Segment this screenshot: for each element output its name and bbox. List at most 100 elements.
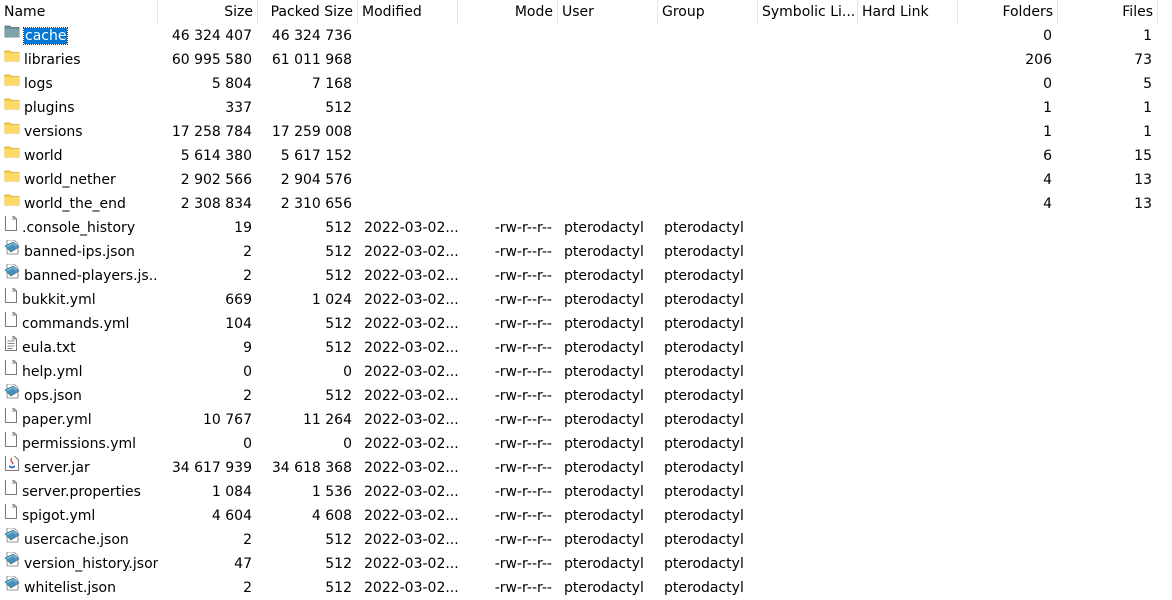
column-header-modified[interactable]: Modified <box>358 0 458 24</box>
mode-cell: -rw-r--r-- <box>494 412 552 428</box>
name-cell-logs[interactable]: logs <box>0 72 158 96</box>
name-cell-server-properties[interactable]: server.properties <box>0 480 158 504</box>
column-header-mode[interactable]: Mode <box>458 0 558 24</box>
packed-size-cell: 512 <box>325 556 352 572</box>
name-cell-plugins[interactable]: plugins <box>0 96 158 120</box>
table-row[interactable]: commands.yml 104 512 2022-03-02... -rw-r--r-… <box>0 312 1172 336</box>
name-cell-cache[interactable]: cache <box>0 24 158 48</box>
user-cell: pterodactyl <box>564 292 644 308</box>
column-header-hard-link[interactable]: Hard Link <box>858 0 958 24</box>
table-row[interactable]: permissions.yml 0 0 2022-03-02... -rw-r--r--… <box>0 432 1172 456</box>
size-cell: 10 767 <box>203 412 252 428</box>
name-cell-banned-players-js[interactable]: banned-players.js... <box>0 264 158 288</box>
table-row[interactable]: .console_history 19 512 2022-03-02... -rw-r-… <box>0 216 1172 240</box>
folders-cell <box>958 312 1058 336</box>
folders-cell <box>958 504 1058 528</box>
files-cell: 1 <box>1143 100 1152 116</box>
column-header-files[interactable]: Files <box>1058 0 1158 24</box>
packed-size-cell: 0 <box>343 364 352 380</box>
table-row[interactable]: help.yml 0 0 2022-03-02... -rw-r--r-- pteroda… <box>0 360 1172 384</box>
column-header-name[interactable]: Name <box>0 0 158 24</box>
user-cell: pterodactyl <box>564 268 644 284</box>
column-header-group[interactable]: Group <box>658 0 758 24</box>
size-cell: 4 604 <box>211 508 252 524</box>
table-row[interactable]: world 5 614 380 5 617 152 6 15 <box>0 144 1172 168</box>
packed-size-cell: 17 259 008 <box>271 124 352 140</box>
folders-cell: 206 <box>1025 52 1052 68</box>
user-cell <box>558 192 658 216</box>
files-cell <box>1058 576 1158 600</box>
packed-size-cell: 2 310 656 <box>280 196 352 212</box>
name-cell-bukkit-yml[interactable]: bukkit.yml <box>0 288 158 312</box>
column-header-size[interactable]: Size <box>158 0 258 24</box>
files-cell: 13 <box>1134 196 1152 212</box>
table-row[interactable]: logs 5 804 7 168 0 5 <box>0 72 1172 96</box>
table-row[interactable]: cache 46 324 407 46 324 736 0 1 <box>0 24 1172 48</box>
folders-cell <box>958 408 1058 432</box>
table-row[interactable]: libraries 60 995 580 61 011 968 206 73 <box>0 48 1172 72</box>
name-cell-world-the-end[interactable]: world_the_end <box>0 192 158 216</box>
table-row[interactable]: world_nether 2 902 566 2 904 576 4 13 <box>0 168 1172 192</box>
size-cell: 1 084 <box>211 484 252 500</box>
folders-cell <box>958 432 1058 456</box>
table-row[interactable]: paper.yml 10 767 11 264 2022-03-02... -rw-r-… <box>0 408 1172 432</box>
modified-cell: 2022-03-02... <box>364 532 458 548</box>
table-row[interactable]: ops.json 2 512 2022-03-02... -rw-r--r-- ptero… <box>0 384 1172 408</box>
name-cell-version-history-json[interactable]: version_history.json <box>0 552 158 576</box>
table-row[interactable]: banned-ips.json 2 512 2022-03-02... -rw-r--r… <box>0 240 1172 264</box>
files-cell <box>1058 264 1158 288</box>
size-cell: 5 804 <box>211 76 252 92</box>
name-cell-ops-json[interactable]: ops.json <box>0 384 158 408</box>
folder-icon <box>4 192 20 215</box>
group-cell: pterodactyl <box>664 484 744 500</box>
files-cell <box>1058 480 1158 504</box>
table-row[interactable]: server.properties 1 084 1 536 2022-03-02...… <box>0 480 1172 504</box>
table-row[interactable]: server.jar 34 617 939 34 618 368 2022-03-02… <box>0 456 1172 480</box>
size-cell: 104 <box>225 316 252 332</box>
file-name: plugins <box>24 100 75 116</box>
name-cell-server-jar[interactable]: server.jar <box>0 456 158 480</box>
column-header-symbolic-link[interactable]: Symbolic Li... <box>758 0 858 24</box>
name-cell-usercache-json[interactable]: usercache.json <box>0 528 158 552</box>
size-cell: 17 258 784 <box>171 124 252 140</box>
file-name: world_the_end <box>24 196 126 212</box>
table-row[interactable]: version_history.json 47 512 2022-03-02... -r… <box>0 552 1172 576</box>
modified-cell: 2022-03-02... <box>364 460 458 476</box>
size-cell: 2 <box>243 388 252 404</box>
file-name: usercache.json <box>24 532 129 548</box>
name-cell-whitelist-json[interactable]: whitelist.json <box>0 576 158 600</box>
table-row[interactable]: versions 17 258 784 17 259 008 1 1 <box>0 120 1172 144</box>
name-cell-commands-yml[interactable]: commands.yml <box>0 312 158 336</box>
mode-cell: -rw-r--r-- <box>494 268 552 284</box>
table-row[interactable]: bukkit.yml 669 1 024 2022-03-02... -rw-r--r-… <box>0 288 1172 312</box>
size-cell: 46 324 407 <box>171 28 252 44</box>
file-name: logs <box>24 76 53 92</box>
folders-cell <box>958 360 1058 384</box>
group-cell <box>658 192 758 216</box>
table-row[interactable]: eula.txt 9 512 2022-03-02... -rw-r--r-- ptero… <box>0 336 1172 360</box>
name-cell-console-history[interactable]: .console_history <box>0 216 158 240</box>
name-cell-help-yml[interactable]: help.yml <box>0 360 158 384</box>
column-header-user[interactable]: User <box>558 0 658 24</box>
size-cell: 2 <box>243 268 252 284</box>
name-cell-world-nether[interactable]: world_nether <box>0 168 158 192</box>
table-row[interactable]: plugins 337 512 1 1 <box>0 96 1172 120</box>
mode-cell: -rw-r--r-- <box>494 436 552 452</box>
modified-cell: 2022-03-02... <box>364 388 458 404</box>
column-header-folders[interactable]: Folders <box>958 0 1058 24</box>
table-row[interactable]: whitelist.json 2 512 2022-03-02... -rw-r--r-… <box>0 576 1172 600</box>
size-cell: 47 <box>234 556 252 572</box>
name-cell-world[interactable]: world <box>0 144 158 168</box>
table-row[interactable]: banned-players.js... 2 512 2022-03-02... -rw… <box>0 264 1172 288</box>
table-row[interactable]: spigot.yml 4 604 4 608 2022-03-02... -rw-r--… <box>0 504 1172 528</box>
table-row[interactable]: usercache.json 2 512 2022-03-02... -rw-r--r-… <box>0 528 1172 552</box>
table-row[interactable]: world_the_end 2 308 834 2 310 656 4 13 <box>0 192 1172 216</box>
name-cell-eula-txt[interactable]: eula.txt <box>0 336 158 360</box>
name-cell-spigot-yml[interactable]: spigot.yml <box>0 504 158 528</box>
name-cell-permissions-yml[interactable]: permissions.yml <box>0 432 158 456</box>
name-cell-paper-yml[interactable]: paper.yml <box>0 408 158 432</box>
column-header-packed-size[interactable]: Packed Size <box>258 0 358 24</box>
name-cell-libraries[interactable]: libraries <box>0 48 158 72</box>
name-cell-versions[interactable]: versions <box>0 120 158 144</box>
name-cell-banned-ips-json[interactable]: banned-ips.json <box>0 240 158 264</box>
